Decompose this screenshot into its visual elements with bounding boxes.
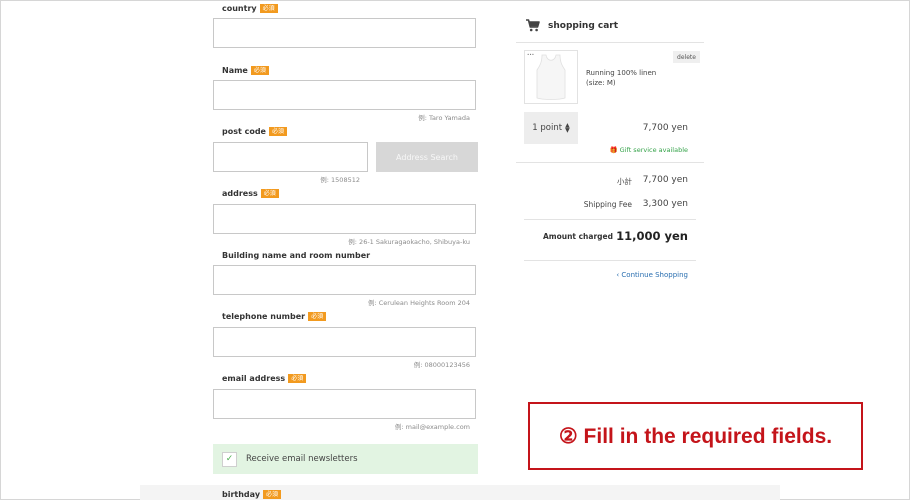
building-hint: 例: Cerulean Heights Room 204	[368, 299, 470, 307]
required-badge: 必須	[263, 490, 282, 499]
instruction-callout: ② Fill in the required fields.	[528, 402, 863, 470]
name-label-text: Name	[222, 66, 248, 75]
cart-title: shopping cart	[548, 21, 619, 31]
telephone-field[interactable]	[213, 327, 476, 357]
cart-icon	[526, 19, 540, 32]
country-label-text: country	[222, 4, 257, 13]
item-price: 7,700 yen	[642, 123, 688, 133]
product-image[interactable]: •••	[524, 50, 578, 104]
required-badge: 必須	[308, 312, 327, 321]
address-label: address 必須	[222, 189, 279, 199]
required-badge: 必須	[268, 127, 287, 136]
total-label: Amount charged	[542, 232, 613, 241]
postcode-field[interactable]	[213, 142, 368, 172]
name-hint: 例: Taro Yamada	[418, 114, 470, 122]
quantity-value: 1 point	[532, 123, 563, 133]
email-field[interactable]	[213, 389, 476, 419]
divider	[524, 260, 696, 261]
telephone-hint: 例: 08000123456	[413, 361, 470, 369]
birthday-label: birthday 必須	[222, 490, 282, 500]
address-field[interactable]	[213, 204, 476, 234]
gift-service-note: 🎁 Gift service available	[609, 146, 688, 154]
address-search-button[interactable]: Address Search	[376, 142, 478, 172]
svg-text:•••: •••	[527, 52, 534, 57]
country-label: country 必須	[222, 4, 278, 14]
callout-text: ② Fill in the required fields.	[558, 424, 833, 448]
required-badge: 必須	[259, 4, 278, 13]
divider	[516, 42, 704, 43]
newsletter-checkbox[interactable]: ✓	[222, 451, 237, 467]
total-value: 11,000 yen	[616, 229, 688, 243]
newsletter-label: Receive email newsletters	[246, 454, 358, 464]
address-label-text: address	[222, 189, 258, 198]
telephone-label: telephone number 必須	[222, 312, 327, 322]
email-label-text: email address	[222, 374, 286, 383]
address-hint: 例: 26-1 Sakuragaokacho, Shibuya-ku	[348, 238, 470, 246]
sort-arrows-icon: ▲ ▼	[565, 122, 570, 134]
subtotal-value: 7,700 yen	[642, 175, 688, 185]
quantity-select[interactable]: 1 point ▲ ▼	[524, 112, 578, 144]
shipping-value: 3,300 yen	[642, 199, 688, 209]
subtotal-label: 小計	[617, 177, 632, 186]
product-name[interactable]: Running 100% linen (size: M)	[586, 68, 670, 88]
required-badge: 必須	[260, 189, 279, 198]
postcode-hint: 例: 1508512	[320, 176, 360, 184]
required-badge: 必須	[250, 66, 269, 75]
email-hint: 例: mail@example.com	[394, 423, 470, 431]
divider	[516, 162, 704, 163]
telephone-label-text: telephone number	[222, 312, 306, 321]
shipping-label: Shipping Fee	[583, 200, 632, 209]
delete-button[interactable]: delete	[673, 51, 700, 63]
name-label: Name 必須	[222, 66, 269, 76]
birthday-label-text: birthday	[222, 490, 261, 499]
newsletter-checkbox-row[interactable]: ✓ Receive email newsletters	[213, 444, 478, 474]
building-field[interactable]	[213, 265, 476, 295]
check-icon: ✓	[225, 454, 234, 464]
name-field[interactable]	[213, 80, 476, 110]
tank-top-image: •••	[527, 52, 566, 100]
country-field[interactable]	[213, 18, 476, 48]
divider	[524, 219, 696, 220]
building-label: Building name and room number	[222, 251, 371, 260]
postcode-label: post code 必須	[222, 127, 287, 137]
continue-shopping-link[interactable]: ‹ Continue Shopping	[616, 271, 688, 279]
postcode-label-text: post code	[222, 127, 266, 136]
required-badge: 必須	[288, 374, 307, 383]
email-label: email address 必須	[222, 374, 307, 384]
